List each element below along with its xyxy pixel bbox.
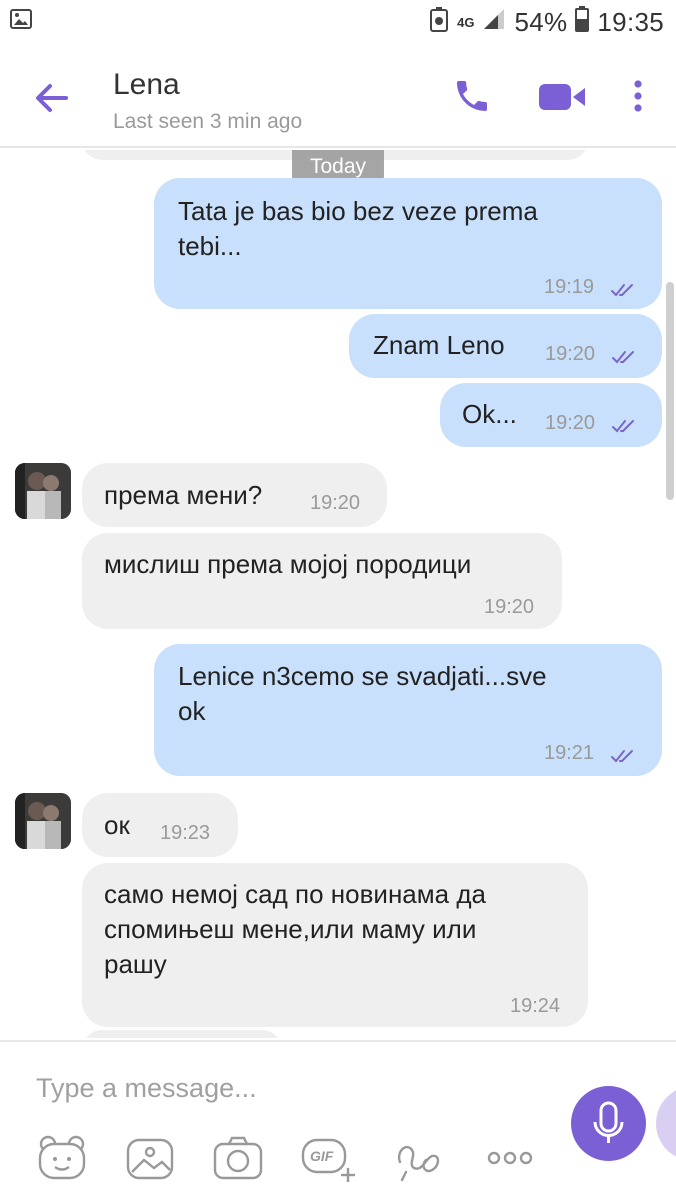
outgoing-message[interactable]: Lenice n3cemo se svadjati...sve ok 19:21 — [154, 644, 662, 776]
signal-icon — [482, 7, 506, 38]
microphone-icon — [593, 1101, 624, 1143]
message-time: 19:19 — [544, 276, 595, 298]
contact-avatar[interactable] — [15, 793, 71, 849]
message-time: 19:20 — [310, 492, 361, 514]
contact-name[interactable]: Lena — [113, 68, 180, 102]
message-text-line: мислиш према мојој породици — [104, 549, 472, 579]
message-composer: GIF — [0, 1040, 676, 1201]
voice-message-button[interactable] — [571, 1086, 646, 1161]
message-text-line: ок — [104, 810, 130, 840]
network-type: 4G — [457, 15, 475, 30]
message-time: 19:20 — [545, 343, 596, 365]
message-input[interactable] — [20, 1060, 540, 1116]
gallery-icon[interactable] — [124, 1132, 176, 1184]
message-text-line: Tata je bas bio bez veze prema — [178, 196, 538, 226]
read-ticks-icon — [610, 738, 638, 773]
gif-label: GIF — [310, 1148, 334, 1164]
battery-icon — [575, 6, 590, 39]
gallery-notification-icon — [10, 9, 32, 34]
incoming-message[interactable]: само немој сад по новинама да спомињеш м… — [82, 863, 588, 1027]
message-time: 19:20 — [545, 412, 596, 434]
more-options-icon[interactable] — [628, 76, 648, 121]
message-time: 19:24 — [510, 995, 561, 1017]
clock: 19:35 — [597, 7, 664, 37]
incoming-message[interactable]: ок 19:23 — [82, 793, 238, 857]
message-text-line: само немој сад по новинама да — [104, 879, 486, 909]
doodle-icon[interactable] — [392, 1132, 444, 1184]
outgoing-message[interactable]: Ok... 19:20 — [440, 383, 662, 447]
gif-icon[interactable]: GIF — [300, 1132, 355, 1184]
message-text-line: ok — [178, 696, 206, 726]
read-ticks-icon — [611, 339, 639, 374]
message-text-line: према мени? — [104, 480, 263, 510]
outgoing-message[interactable]: Tata je bas bio bez veze prema tebi... 1… — [154, 178, 662, 309]
read-ticks-icon — [610, 272, 638, 307]
battery-saver-icon — [429, 6, 449, 39]
message-text-line: рашу — [104, 949, 167, 979]
scrollbar[interactable] — [666, 282, 674, 500]
message-time: 19:23 — [160, 822, 211, 844]
message-text-line: Ok... — [462, 399, 517, 429]
battery-percent: 54% — [514, 7, 568, 37]
outgoing-message[interactable]: Znam Leno 19:20 — [349, 314, 662, 378]
message-text-line: Znam Leno — [373, 330, 505, 360]
video-call-icon[interactable] — [537, 76, 587, 121]
message-text-line: Lenice n3cemo se svadjati...sve — [178, 661, 547, 691]
secondary-action-button[interactable] — [656, 1086, 676, 1161]
last-seen-status: Last seen 3 min ago — [113, 110, 303, 133]
message-time: 19:20 — [484, 596, 535, 618]
message-time: 19:21 — [544, 742, 595, 764]
message-text-line: спомињеш мене,или маму или — [104, 914, 477, 944]
message-list[interactable]: Today Tata je bas bio bez veze prema teb… — [0, 150, 676, 1038]
conversation-header: Lena Last seen 3 min ago — [0, 48, 676, 148]
next-message-bubble — [82, 1030, 282, 1038]
contact-avatar[interactable] — [15, 463, 71, 519]
camera-icon[interactable] — [212, 1132, 264, 1184]
message-text-line: tebi... — [178, 231, 242, 261]
read-ticks-icon — [611, 408, 639, 443]
more-options-icon[interactable] — [484, 1132, 536, 1184]
status-bar: 4G 54% 19:35 — [0, 0, 676, 48]
sticker-icon[interactable] — [36, 1132, 88, 1184]
incoming-message[interactable]: према мени? 19:20 — [82, 463, 387, 527]
phone-call-icon[interactable] — [452, 76, 492, 121]
incoming-message[interactable]: мислиш према мојој породици 19:20 — [82, 533, 562, 629]
back-arrow-icon[interactable] — [30, 76, 74, 120]
